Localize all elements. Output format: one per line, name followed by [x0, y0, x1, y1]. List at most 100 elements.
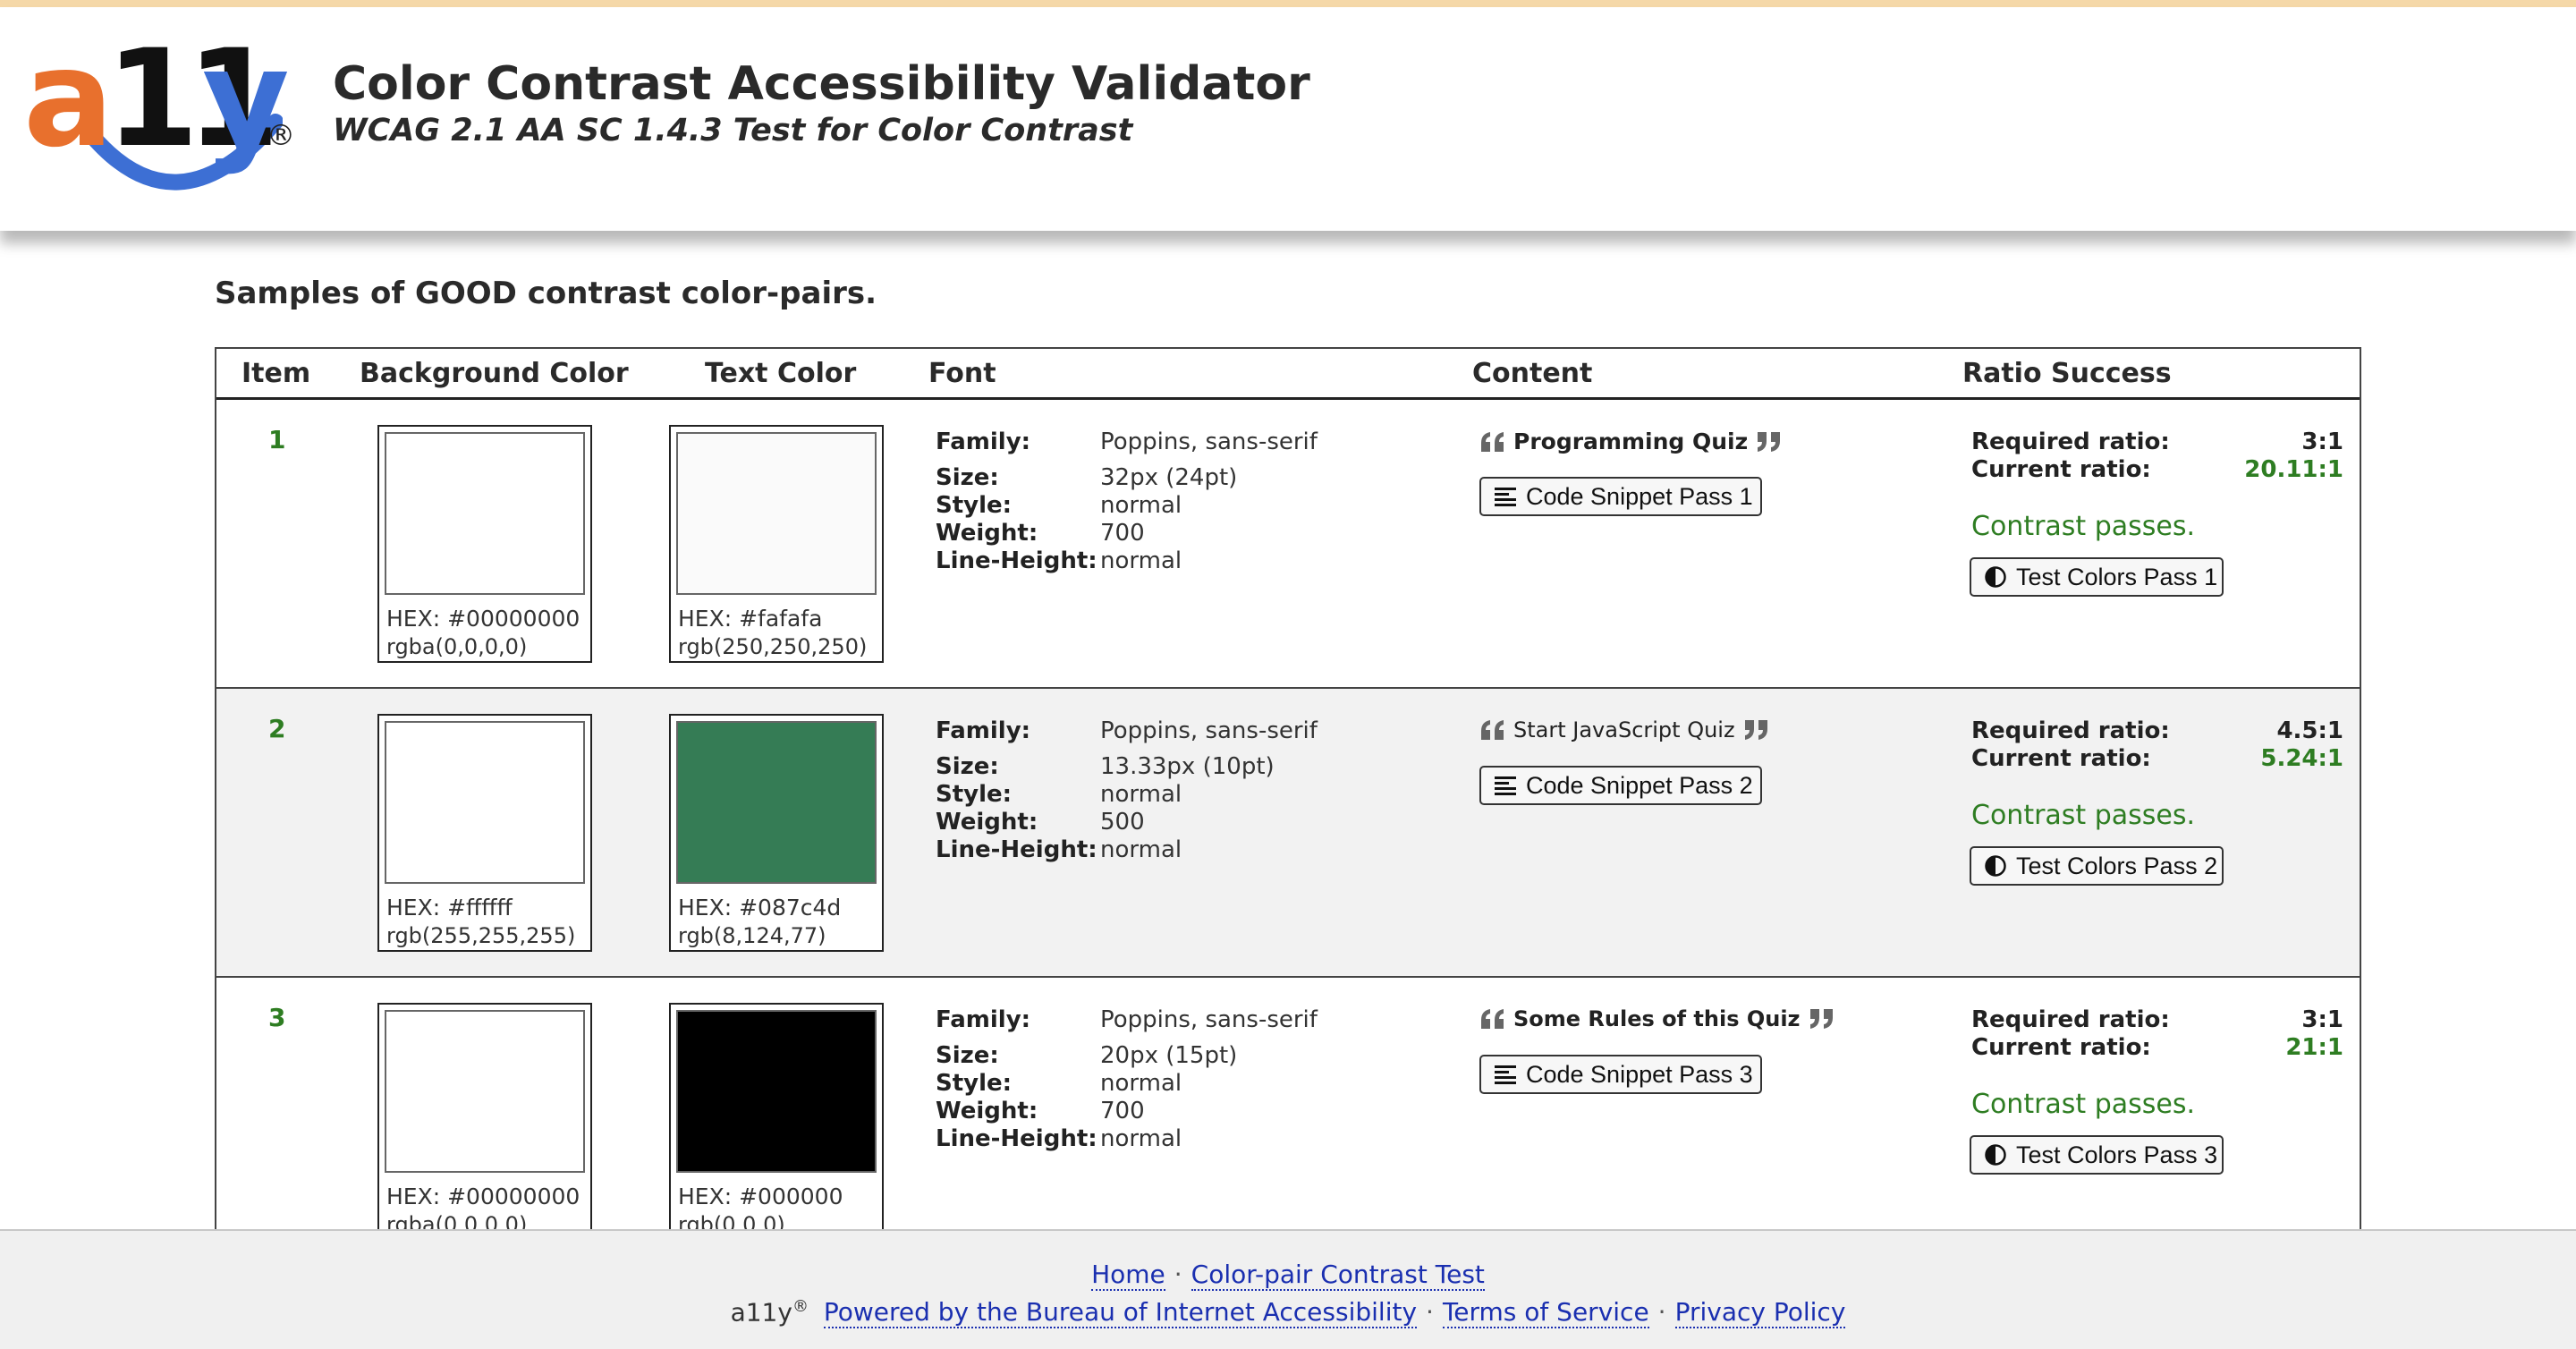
- font-size-value: 20px (15pt): [1100, 1042, 1238, 1069]
- required-ratio-label: Required ratio:: [1971, 1006, 2170, 1033]
- text-color-swatch: [676, 1010, 877, 1173]
- code-snippet-button-label: Code Snippet Pass 3: [1526, 1060, 1753, 1088]
- footer-separator: ·: [1174, 1260, 1182, 1289]
- quote-open-icon: [1481, 431, 1504, 452]
- required-ratio-label: Required ratio:: [1971, 717, 2170, 744]
- site-footer: Home · Color-pair Contrast Test a11y® Powe…: [0, 1229, 2576, 1349]
- footer-separator: ·: [1426, 1297, 1434, 1328]
- background-hex-value: HEX: #00000000: [386, 606, 580, 632]
- footer-link-home[interactable]: Home: [1091, 1260, 1165, 1291]
- font-weight-value: 700: [1100, 520, 1145, 547]
- font-size-label: Size:: [936, 464, 999, 491]
- footer-link-powered-by[interactable]: Powered by the Bureau of Internet Access…: [823, 1297, 1418, 1329]
- required-ratio-value: 3:1: [2301, 1006, 2343, 1033]
- footer-primary-links: Home · Color-pair Contrast Test: [0, 1260, 2576, 1291]
- item-number: 3: [268, 1003, 286, 1032]
- column-header-background-color: Background Color: [360, 358, 629, 389]
- font-weight-label: Weight:: [936, 1098, 1038, 1124]
- content-sample-text: Programming Quiz: [1513, 428, 1749, 454]
- align-left-icon: [1495, 1065, 1516, 1084]
- quote-close-icon: [1744, 720, 1767, 740]
- current-ratio-value: 20.11:1: [2244, 456, 2343, 483]
- footer-brand: a11y: [730, 1297, 792, 1328]
- quote-open-icon: [1481, 1009, 1504, 1029]
- font-size-value: 32px (24pt): [1100, 464, 1238, 491]
- background-hex-value: HEX: #ffffff: [386, 895, 513, 921]
- test-colors-button-label: Test Colors Pass 1: [2016, 563, 2218, 590]
- content-sample: Start JavaScript Quiz: [1479, 717, 1769, 742]
- page-subtitle: WCAG 2.1 AA SC 1.4.3 Test for Color Cont…: [333, 113, 1133, 148]
- top-accent-line: [0, 0, 2576, 7]
- contrast-icon: [1985, 855, 2006, 877]
- footer-link-terms[interactable]: Terms of Service: [1442, 1297, 1649, 1329]
- column-header-text-color: Text Color: [705, 358, 857, 389]
- font-line-height-value: normal: [1100, 836, 1182, 863]
- font-family-label: Family:: [936, 428, 1031, 455]
- text-color-swatch: [676, 432, 877, 595]
- footer-separator: ·: [1657, 1297, 1666, 1328]
- current-ratio-value: 5.24:1: [2260, 745, 2343, 772]
- background-rgb-value: rgb(255,255,255): [386, 923, 576, 948]
- align-left-icon: [1495, 776, 1516, 795]
- font-line-height-label: Line-Height:: [936, 836, 1097, 863]
- code-snippet-button[interactable]: Code Snippet Pass 2: [1479, 766, 1762, 805]
- text-hex-value: HEX: #000000: [678, 1184, 843, 1209]
- test-colors-button[interactable]: Test Colors Pass 1: [1970, 557, 2224, 597]
- font-style-value: normal: [1100, 781, 1182, 808]
- table-header-row: Item Background Color Text Color Font Co…: [216, 349, 2360, 400]
- logo-letter-a: a: [23, 21, 114, 177]
- test-colors-button[interactable]: Test Colors Pass 2: [1970, 846, 2224, 886]
- text-color-card: HEX: #000000 rgb(0,0,0): [669, 1003, 884, 1241]
- background-hex-value: HEX: #00000000: [386, 1184, 580, 1209]
- background-color-card: HEX: #00000000 rgba(0,0,0,0): [377, 1003, 592, 1241]
- code-snippet-button-label: Code Snippet Pass 2: [1526, 771, 1753, 799]
- content-sample-text: Start JavaScript Quiz: [1513, 717, 1735, 742]
- current-ratio-label: Current ratio:: [1971, 456, 2151, 483]
- test-colors-button[interactable]: Test Colors Pass 3: [1970, 1135, 2224, 1175]
- background-color-swatch: [385, 432, 585, 595]
- font-size-label: Size:: [936, 1042, 999, 1069]
- contrast-icon: [1985, 1144, 2006, 1166]
- code-snippet-button[interactable]: Code Snippet Pass 3: [1479, 1055, 1762, 1094]
- code-snippet-button-label: Code Snippet Pass 1: [1526, 482, 1753, 510]
- current-ratio-value: 21:1: [2285, 1034, 2343, 1061]
- site-header: a 11 y ® Color Contrast Accessibility Va…: [0, 7, 2576, 231]
- a11y-logo[interactable]: a 11 y ®: [23, 32, 301, 211]
- footer-secondary-links: a11y® Powered by the Bureau of Internet …: [0, 1297, 2576, 1329]
- font-weight-label: Weight:: [936, 809, 1038, 836]
- footer-brand-registered: ®: [792, 1297, 809, 1316]
- font-weight-label: Weight:: [936, 520, 1038, 547]
- section-heading: Samples of GOOD contrast color-pairs.: [215, 276, 877, 311]
- current-ratio-label: Current ratio:: [1971, 1034, 2151, 1061]
- contrast-icon: [1985, 566, 2006, 588]
- font-style-value: normal: [1100, 1070, 1182, 1097]
- table-row: 1 HEX: #00000000 rgba(0,0,0,0) HEX: #faf…: [216, 400, 2360, 689]
- font-style-label: Style:: [936, 492, 1013, 519]
- font-weight-value: 500: [1100, 809, 1145, 836]
- font-size-label: Size:: [936, 753, 999, 780]
- item-number: 1: [268, 425, 286, 454]
- font-style-label: Style:: [936, 1070, 1013, 1097]
- test-colors-button-label: Test Colors Pass 3: [2016, 1141, 2218, 1168]
- required-ratio-value: 3:1: [2301, 428, 2343, 455]
- footer-link-contrast-test[interactable]: Color-pair Contrast Test: [1191, 1260, 1485, 1291]
- contrast-status: Contrast passes.: [1971, 511, 2196, 542]
- column-header-content: Content: [1472, 358, 1593, 389]
- font-size-value: 13.33px (10pt): [1100, 753, 1275, 780]
- contrast-status: Contrast passes.: [1971, 800, 2196, 831]
- text-color-swatch: [676, 721, 877, 884]
- font-line-height-value: normal: [1100, 547, 1182, 574]
- footer-link-privacy[interactable]: Privacy Policy: [1674, 1297, 1846, 1329]
- table-row: 3 HEX: #00000000 rgba(0,0,0,0) HEX: #000…: [216, 978, 2360, 1242]
- font-style-label: Style:: [936, 781, 1013, 808]
- quote-close-icon: [1809, 1009, 1833, 1029]
- font-family-label: Family:: [936, 1006, 1031, 1033]
- code-snippet-button[interactable]: Code Snippet Pass 1: [1479, 477, 1762, 516]
- page-title: Color Contrast Accessibility Validator: [333, 57, 1310, 111]
- item-number: 2: [268, 714, 286, 743]
- quote-close-icon: [1758, 431, 1781, 452]
- current-ratio-label: Current ratio:: [1971, 745, 2151, 772]
- font-style-value: normal: [1100, 492, 1182, 519]
- background-color-card: HEX: #ffffff rgb(255,255,255): [377, 714, 592, 952]
- text-hex-value: HEX: #087c4d: [678, 895, 842, 921]
